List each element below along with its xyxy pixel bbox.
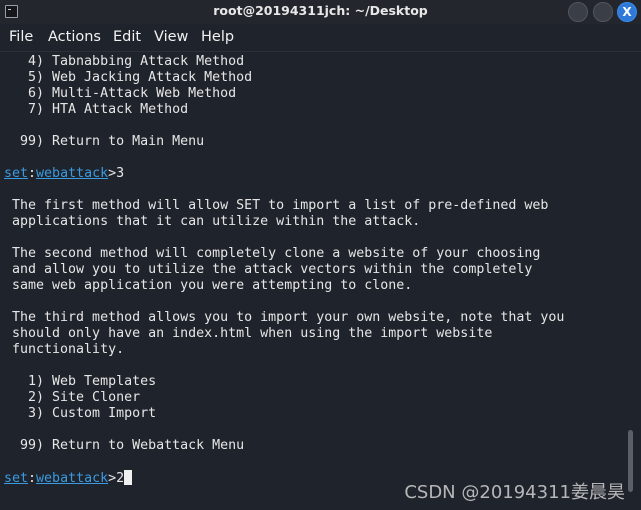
terminal-output[interactable]: 4) Tabnabbing Attack Method 5) Web Jacki…: [4, 54, 621, 486]
menu-option: 7) HTA Attack Method: [4, 102, 189, 117]
menu-option: 4) Tabnabbing Attack Method: [4, 54, 245, 69]
menu-bar: File Actions Edit View Help: [0, 24, 641, 52]
menu-actions[interactable]: Actions: [48, 29, 101, 45]
watermark: CSDN @20194311姜晨昊: [404, 482, 625, 503]
menu-file[interactable]: File: [9, 29, 33, 45]
menu-edit[interactable]: Edit: [113, 29, 141, 45]
maximize-button[interactable]: [593, 2, 613, 22]
clone-option: 2) Site Cloner: [4, 390, 141, 405]
description-line: functionality.: [4, 342, 125, 357]
prompt-sep: :: [28, 471, 37, 486]
menu-help[interactable]: Help: [201, 29, 234, 45]
menu-view[interactable]: View: [154, 29, 188, 45]
close-button[interactable]: X: [617, 2, 637, 22]
return-webattack-option: 99) Return to Webattack Menu: [4, 438, 245, 453]
description-line: applications that it can utilize within …: [4, 214, 421, 229]
prompt-set: set: [4, 166, 29, 181]
clone-option: 3) Custom Import: [4, 406, 157, 421]
prompt-module: webattack: [36, 166, 109, 181]
menu-option: 5) Web Jacking Attack Method: [4, 70, 253, 85]
return-main-option: 99) Return to Main Menu: [4, 134, 205, 149]
prompt-line: set:webattack>3: [4, 166, 621, 182]
clone-option: 1) Web Templates: [4, 374, 157, 389]
prompt-input: >3: [108, 166, 125, 181]
title-bar: root@20194311jch: ~/Desktop X: [0, 0, 641, 24]
minimize-button[interactable]: [568, 2, 588, 22]
window-title: root@20194311jch: ~/Desktop: [213, 3, 428, 18]
description-line: should only have an index.html when usin…: [4, 326, 493, 341]
prompt-module: webattack: [36, 471, 109, 486]
prompt-input[interactable]: >2: [108, 471, 124, 486]
prompt-set: set: [4, 471, 29, 486]
description-line: The first method will allow SET to impor…: [4, 198, 549, 213]
cursor: [124, 470, 133, 485]
description-line: same web application you were attempting…: [4, 278, 413, 293]
prompt-sep: :: [28, 166, 37, 181]
menu-option: 6) Multi-Attack Web Method: [4, 86, 237, 101]
description-line: The third method allows you to import yo…: [4, 310, 565, 325]
scrollbar[interactable]: [628, 430, 633, 492]
description-line: and allow you to utilize the attack vect…: [4, 262, 533, 277]
description-line: The second method will completely clone …: [4, 246, 541, 261]
